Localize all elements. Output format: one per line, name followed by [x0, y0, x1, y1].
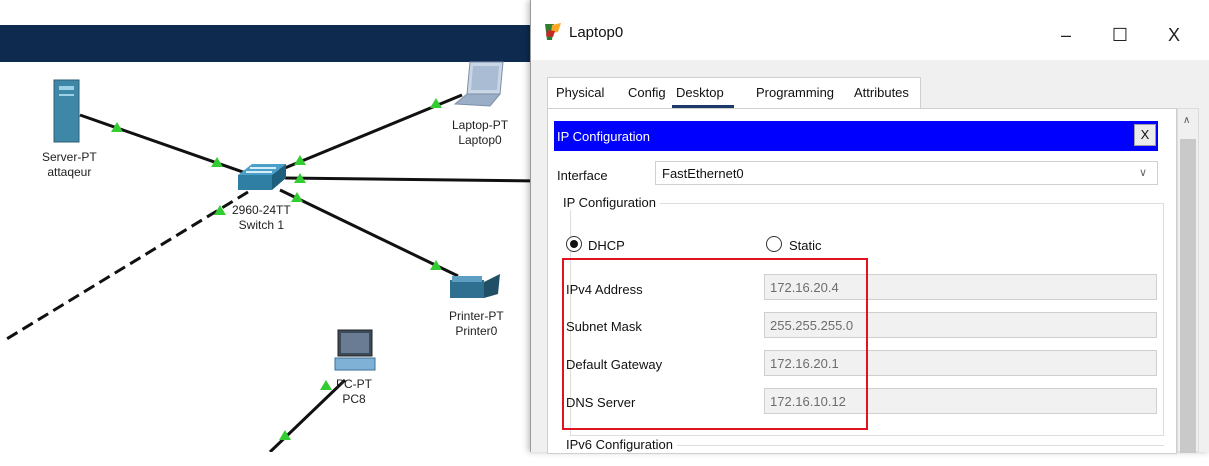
- ip-config-group-title: IP Configuration: [559, 195, 660, 210]
- dhcp-radio[interactable]: [566, 236, 582, 252]
- laptop0-window: Laptop0 – ☐ X Physical Config Desktop Pr…: [530, 0, 1209, 454]
- device-name: attaqeur: [47, 165, 92, 179]
- laptop-icon: [453, 61, 504, 107]
- highlight-box: [562, 258, 868, 430]
- topology-workspace[interactable]: Server-PT attaqeur 2960-24TT Switch 1 La…: [0, 0, 540, 452]
- printer-label: Printer-PT Printer0: [449, 309, 504, 339]
- link-switch-right: [284, 176, 540, 183]
- device-type: Printer-PT: [449, 309, 504, 323]
- ip-configuration-title: IP Configuration: [557, 129, 650, 144]
- window-title: Laptop0: [569, 24, 624, 41]
- device-name: Printer0: [455, 324, 498, 338]
- tab-programming[interactable]: Programming: [756, 85, 834, 100]
- interface-label: Interface: [557, 168, 608, 183]
- device-name: Laptop0: [458, 133, 502, 147]
- scroll-up-icon[interactable]: ∧: [1183, 115, 1190, 126]
- link-switch-printer: [279, 188, 459, 278]
- packet-tracer-icon: [545, 23, 561, 40]
- device-type: PC-PT: [336, 377, 372, 391]
- interface-select[interactable]: FastEthernet0 ∨: [655, 161, 1158, 185]
- link-server-switch: [79, 113, 261, 180]
- maximize-button[interactable]: ☐: [1097, 18, 1143, 52]
- tab-desktop[interactable]: Desktop: [676, 85, 724, 100]
- static-radio[interactable]: [766, 236, 782, 252]
- server-label: Server-PT attaqeur: [42, 150, 97, 180]
- device-type: Laptop-PT: [452, 118, 509, 132]
- device-name: PC8: [342, 392, 366, 406]
- static-label[interactable]: Static: [789, 238, 822, 253]
- device-name: Switch 1: [238, 218, 285, 232]
- close-button[interactable]: X: [1151, 18, 1197, 52]
- radio-selected-dot: [570, 240, 578, 248]
- dhcp-label[interactable]: DHCP: [588, 238, 625, 253]
- scroll-thumb[interactable]: [1180, 139, 1196, 453]
- close-ip-config-button[interactable]: X: [1134, 124, 1156, 146]
- vertical-scrollbar[interactable]: ∧: [1177, 108, 1199, 453]
- interface-value: FastEthernet0: [662, 166, 744, 181]
- tab-physical[interactable]: Physical: [556, 85, 604, 100]
- chevron-down-icon: ∨: [1138, 167, 1147, 179]
- link-pc-down: [268, 378, 347, 452]
- ip-configuration-header: IP Configuration X: [554, 121, 1158, 151]
- minimize-button[interactable]: –: [1043, 18, 1089, 52]
- server-icon: [53, 79, 80, 143]
- printer-icon: [450, 274, 500, 298]
- link-status-icon: [320, 380, 332, 390]
- device-type: Server-PT: [42, 150, 97, 164]
- link-switch-dashed: [4, 190, 249, 342]
- tab-bar: Physical Config Desktop Programming Attr…: [547, 77, 921, 108]
- laptop-label: Laptop-PT Laptop0: [452, 118, 508, 148]
- switch-label: 2960-24TT Switch 1: [232, 203, 291, 233]
- device-type: 2960-24TT: [232, 203, 291, 217]
- pc-icon: [334, 329, 376, 371]
- tab-attributes[interactable]: Attributes: [854, 85, 909, 100]
- switch-icon: [238, 164, 286, 190]
- window-titlebar[interactable]: Laptop0 – ☐ X: [531, 0, 1209, 60]
- pc-label: PC-PT PC8: [336, 377, 372, 407]
- tab-config[interactable]: Config: [628, 85, 666, 100]
- ipv6-config-group-title: IPv6 Configuration: [566, 437, 677, 452]
